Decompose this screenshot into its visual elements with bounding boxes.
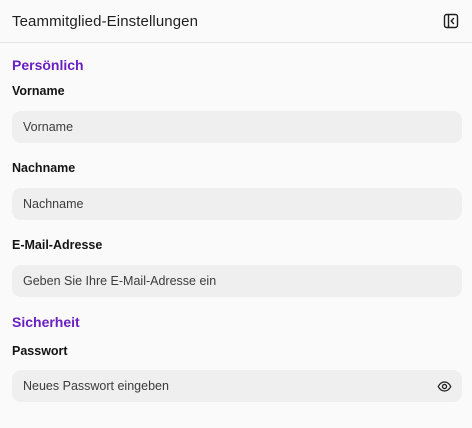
panel-header: Teammitglied-Einstellungen bbox=[0, 0, 472, 43]
section-title-security: Sicherheit bbox=[12, 314, 80, 330]
password-field-wrapper bbox=[12, 370, 462, 402]
first-name-label: Vorname bbox=[12, 84, 65, 98]
email-label: E-Mail-Adresse bbox=[12, 238, 103, 252]
password-label: Passwort bbox=[12, 344, 68, 358]
first-name-input[interactable] bbox=[12, 111, 462, 143]
eye-icon[interactable] bbox=[436, 378, 452, 394]
email-field-wrapper bbox=[12, 265, 462, 297]
last-name-field-wrapper bbox=[12, 188, 462, 220]
panel-title: Teammitglied-Einstellungen bbox=[12, 12, 199, 30]
last-name-label: Nachname bbox=[12, 161, 76, 175]
email-input[interactable] bbox=[12, 265, 462, 297]
password-input[interactable] bbox=[12, 370, 462, 402]
last-name-input[interactable] bbox=[12, 188, 462, 220]
collapse-panel-icon[interactable] bbox=[443, 13, 459, 29]
section-title-personal: Persönlich bbox=[12, 57, 84, 73]
settings-form: Persönlich Vorname Nachname E-Mail-Adres… bbox=[0, 56, 472, 402]
first-name-field-wrapper bbox=[12, 111, 462, 143]
